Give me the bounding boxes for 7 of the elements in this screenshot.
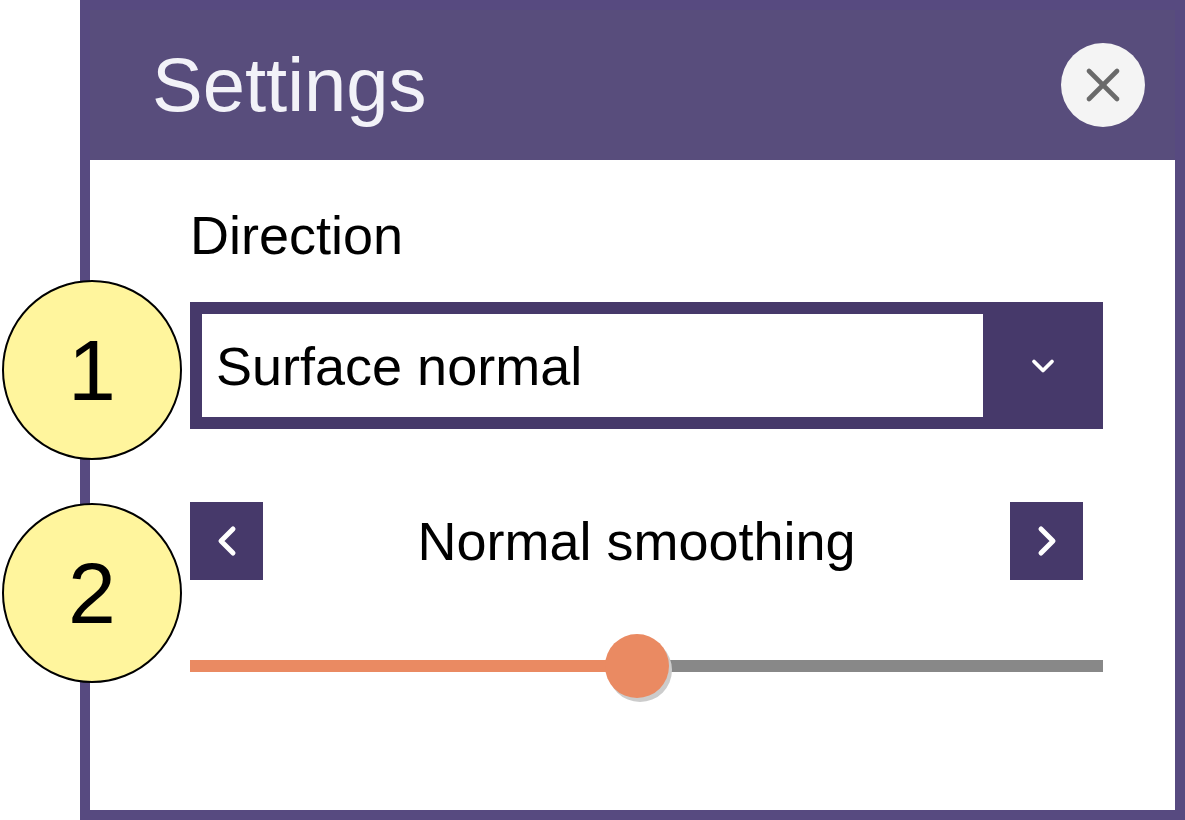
direction-dropdown[interactable]: Surface normal: [190, 302, 1103, 429]
callout-marker: 1: [2, 280, 182, 460]
dropdown-value: Surface normal: [216, 338, 583, 393]
next-button[interactable]: [1010, 502, 1083, 580]
field-label: Direction: [190, 208, 405, 262]
callout-marker: 2: [2, 503, 182, 683]
previous-button[interactable]: [190, 502, 263, 580]
